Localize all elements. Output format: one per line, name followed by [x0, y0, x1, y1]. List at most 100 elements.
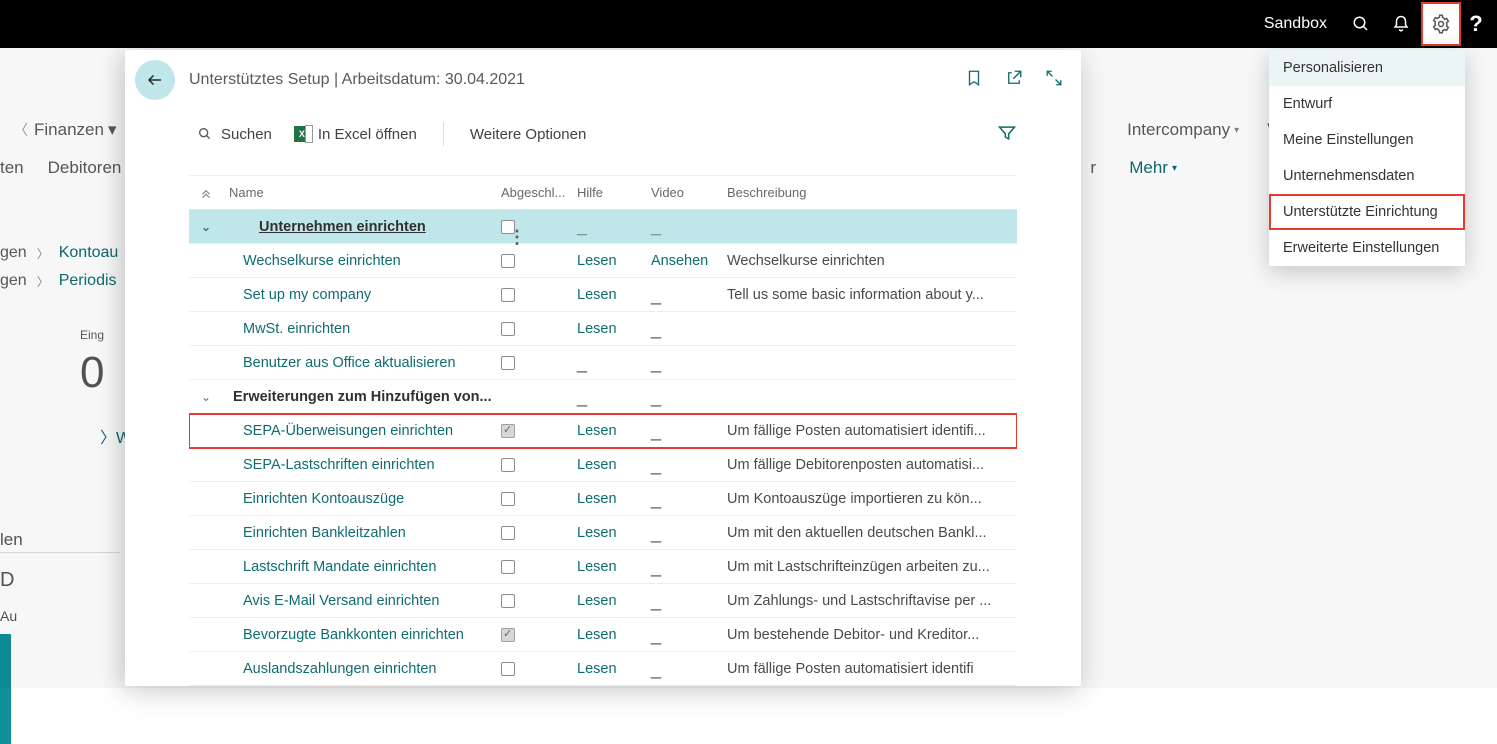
help-link[interactable]: Lesen — [577, 525, 651, 541]
row-name[interactable]: Erweiterungen zum Hinzufügen von... — [223, 389, 501, 405]
completed-checkbox[interactable] — [501, 322, 515, 336]
row-name[interactable]: MwSt. einrichten — [223, 321, 501, 337]
row-description: Wechselkurse einrichten — [727, 253, 1015, 269]
help-link[interactable]: Lesen — [577, 627, 651, 643]
row-name[interactable]: Einrichten Bankleitzahlen — [223, 525, 501, 541]
row-name[interactable]: SEPA-Lastschriften einrichten — [223, 457, 501, 473]
row-name[interactable]: Einrichten Kontoauszüge — [223, 491, 501, 507]
toolbar-separator — [443, 122, 444, 146]
completed-checkbox[interactable] — [501, 458, 515, 472]
help-link[interactable]: Lesen — [577, 253, 651, 269]
row-menu-icon[interactable]: ⋮ — [508, 227, 527, 248]
row-name[interactable]: Unternehmen einrichten⋮ — [223, 219, 501, 235]
settings-menu: PersonalisierenEntwurfMeine Einstellunge… — [1269, 50, 1465, 266]
settings-menu-item[interactable]: Entwurf — [1269, 86, 1465, 122]
help-link[interactable]: Lesen — [577, 457, 651, 473]
settings-menu-item[interactable]: Erweiterte Einstellungen — [1269, 230, 1465, 266]
table-row[interactable]: SEPA-Lastschriften einrichtenLesen_Um fä… — [189, 448, 1017, 482]
table-row[interactable]: Einrichten KontoauszügeLesen_Um Kontoaus… — [189, 482, 1017, 516]
environment-label: Sandbox — [1264, 15, 1327, 33]
dialog-toolbar: Suchen X In Excel öffnen Weitere Optione… — [125, 114, 1081, 155]
row-name[interactable]: Auslandszahlungen einrichten — [223, 661, 501, 677]
open-new-icon[interactable] — [1005, 69, 1023, 90]
collapse-all-icon[interactable] — [189, 186, 223, 200]
col-abgeschl[interactable]: Abgeschl... — [501, 185, 577, 200]
gear-icon[interactable] — [1421, 2, 1461, 46]
table-row[interactable]: ⌄Unternehmen einrichten⋮__ — [189, 210, 1017, 244]
col-beschreibung[interactable]: Beschreibung — [727, 185, 1015, 200]
table-header: Name Abgeschl... Hilfe Video Beschreibun… — [189, 176, 1017, 210]
bg-link-periodis[interactable]: gen〉Periodis — [0, 272, 118, 290]
row-name[interactable]: Wechselkurse einrichten — [223, 253, 501, 269]
row-name[interactable]: Lastschrift Mandate einrichten — [223, 559, 501, 575]
completed-checkbox[interactable] — [501, 254, 515, 268]
help-link[interactable]: Lesen — [577, 593, 651, 609]
open-in-excel-action[interactable]: X In Excel öffnen — [294, 126, 417, 143]
video-empty: _ — [651, 358, 727, 368]
table-row[interactable]: SEPA-Überweisungen einrichten Lesen_Um fä… — [189, 414, 1017, 448]
table-row[interactable]: Benutzer aus Office aktualisieren__ — [189, 346, 1017, 380]
completed-checkbox[interactable] — [501, 526, 515, 540]
row-description: Um fällige Posten automatisiert identifi… — [727, 423, 1015, 439]
table-row[interactable]: MwSt. einrichtenLesen_ — [189, 312, 1017, 346]
completed-checkbox[interactable] — [501, 560, 515, 574]
help-link[interactable]: Lesen — [577, 321, 651, 337]
help-link[interactable]: Lesen — [577, 661, 651, 677]
excel-icon: X — [294, 126, 310, 142]
table-row[interactable]: Set up my companyLesen_Tell us some basi… — [189, 278, 1017, 312]
filter-icon[interactable] — [997, 123, 1017, 146]
row-name[interactable]: Benutzer aus Office aktualisieren — [223, 355, 501, 371]
col-hilfe[interactable]: Hilfe — [577, 185, 651, 200]
table-row[interactable]: Auslandszahlungen einrichtenLesen_Um fäl… — [189, 652, 1017, 686]
row-name[interactable]: SEPA-Überweisungen einrichten — [223, 423, 501, 439]
completed-checkbox[interactable] — [501, 662, 515, 676]
settings-menu-item[interactable]: Meine Einstellungen — [1269, 122, 1465, 158]
video-link[interactable]: Ansehen — [651, 253, 727, 269]
chevron-down-icon: ⌄ — [189, 390, 223, 404]
row-name[interactable]: Avis E-Mail Versand einrichten — [223, 593, 501, 609]
bell-icon[interactable] — [1381, 4, 1421, 44]
settings-menu-item[interactable]: Personalisieren — [1269, 50, 1465, 86]
completed-checkbox[interactable] — [501, 356, 515, 370]
row-name[interactable]: Set up my company — [223, 287, 501, 303]
video-empty: _ — [651, 290, 727, 300]
table-row[interactable]: Wechselkurse einrichtenLesenAnsehenWechs… — [189, 244, 1017, 278]
table-row[interactable]: Einrichten BankleitzahlenLesen_Um mit de… — [189, 516, 1017, 550]
help-link[interactable]: Lesen — [577, 559, 651, 575]
table-row[interactable]: Avis E-Mail Versand einrichtenLesen_Um Z… — [189, 584, 1017, 618]
completed-checkbox[interactable] — [501, 492, 515, 506]
row-name[interactable]: Bevorzugte Bankkonten einrichten — [223, 627, 501, 643]
settings-menu-item[interactable]: Unterstützte Einrichtung — [1269, 194, 1465, 230]
bg-nav-secondary: ten Debitoren — [0, 158, 121, 178]
bookmark-icon[interactable] — [965, 69, 983, 90]
expand-icon[interactable] — [1045, 69, 1063, 90]
table-row[interactable]: Bevorzugte Bankkonten einrichtenLesen_Um… — [189, 618, 1017, 652]
help-icon[interactable]: ? — [1461, 11, 1491, 37]
col-name[interactable]: Name — [223, 185, 501, 200]
settings-menu-item[interactable]: Unternehmensdaten — [1269, 158, 1465, 194]
table-row[interactable]: ⌄Erweiterungen zum Hinzufügen von...__ — [189, 380, 1017, 414]
table-row[interactable]: Lastschrift Mandate einrichtenLesen_Um m… — [189, 550, 1017, 584]
chevron-down-icon: ▾ — [108, 120, 117, 140]
bg-link-kontoau[interactable]: gen〉Kontoau — [0, 244, 118, 262]
help-link[interactable]: Lesen — [577, 491, 651, 507]
help-empty: _ — [577, 222, 651, 232]
video-empty: _ — [651, 426, 727, 436]
more-options-action[interactable]: Weitere Optionen — [470, 126, 586, 143]
search-action[interactable]: Suchen — [197, 126, 272, 143]
video-empty: _ — [651, 630, 727, 640]
bg-nav-finanzen[interactable]: 〈 Finanzen ▾ — [14, 120, 116, 140]
completed-checkbox[interactable] — [501, 288, 515, 302]
back-button[interactable] — [135, 60, 175, 100]
col-video[interactable]: Video — [651, 185, 727, 200]
table-body: ⌄ Unternehmen einrichten⋮ _ _ Wechselkurse e… — [189, 210, 1017, 686]
completed-checkbox[interactable] — [501, 424, 515, 438]
completed-checkbox[interactable] — [501, 594, 515, 608]
help-link[interactable]: Lesen — [577, 287, 651, 303]
completed-checkbox[interactable] — [501, 628, 515, 642]
video-empty: _ — [651, 664, 727, 674]
bg-nav-mehr[interactable]: Mehr▾ — [1129, 158, 1177, 178]
bg-nav-intercompany[interactable]: Intercompany▾ — [1127, 120, 1239, 140]
help-link[interactable]: Lesen — [577, 423, 651, 439]
search-icon[interactable] — [1341, 4, 1381, 44]
